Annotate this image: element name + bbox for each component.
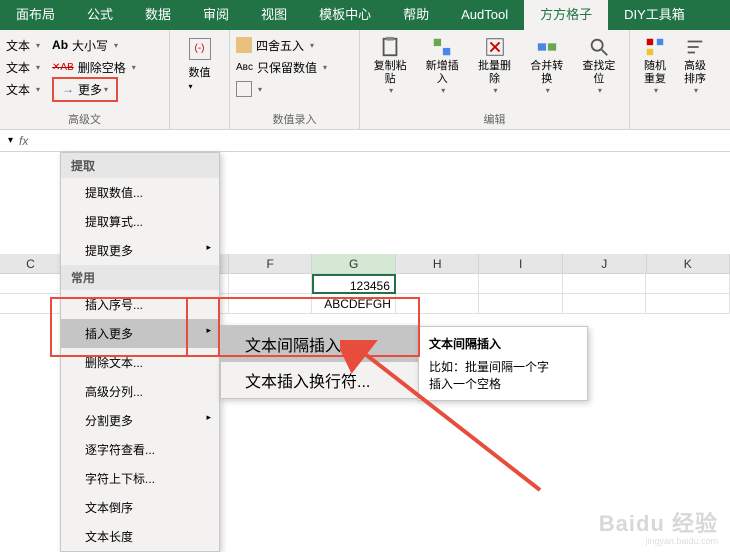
menu-extract-value[interactable]: 提取数值...	[61, 178, 219, 207]
menu-section-extract: 提取	[61, 153, 219, 178]
menu-insert-seq[interactable]: 插入序号...	[61, 290, 219, 319]
chevron-right-icon: ▸	[206, 325, 211, 336]
more-button[interactable]: → 更多 ▾	[52, 77, 118, 102]
ribbon-tabs: 面布局 公式 数据 审阅 视图 模板中心 帮助 AudTool 方方格子 DIY…	[0, 0, 730, 30]
cell-G1[interactable]: 123456	[312, 274, 396, 294]
value-icon: (-)	[189, 38, 211, 60]
merge-btn[interactable]: 合并转换▾	[523, 34, 571, 97]
watermark: Baidu 经验	[599, 506, 718, 538]
tooltip-body: 比如：批量间隔一个字插入一个空格	[429, 358, 577, 392]
tooltip: 文本间隔插入 比如：批量间隔一个字插入一个空格	[418, 326, 588, 401]
cell-G2[interactable]: ABCDEFGH	[312, 294, 396, 314]
tooltip-title: 文本间隔插入	[429, 335, 577, 352]
col-header-C[interactable]: C	[0, 254, 62, 274]
round-icon	[236, 37, 252, 53]
submenu-text-linebreak[interactable]: 文本插入换行符...	[221, 362, 419, 398]
chevron-right-icon: ▸	[206, 412, 211, 423]
menu-delete-text[interactable]: 删除文本...	[61, 348, 219, 377]
menu-extract-formula[interactable]: 提取算式...	[61, 207, 219, 236]
tab-layout[interactable]: 面布局	[0, 0, 71, 30]
chevron-right-icon: ▸	[206, 242, 211, 253]
tab-review[interactable]: 审阅	[187, 0, 245, 30]
copy-paste-btn[interactable]: 复制粘贴▾	[366, 34, 414, 97]
menu-subscript[interactable]: 字符上下标...	[61, 464, 219, 493]
menu-insert-more[interactable]: 插入更多▸	[61, 319, 219, 348]
menu-reverse[interactable]: 文本倒序	[61, 493, 219, 522]
menu-char-view[interactable]: 逐字符查看...	[61, 435, 219, 464]
formula-bar[interactable]: ▾ fx	[0, 130, 730, 152]
col-header-K[interactable]: K	[647, 254, 730, 274]
tab-diy[interactable]: DIY工具箱	[608, 0, 701, 30]
tab-audtool[interactable]: AudTool	[445, 0, 524, 30]
menu-extract-more[interactable]: 提取更多▸	[61, 236, 219, 265]
watermark-sub: jingyan.baidu.com	[645, 536, 718, 546]
text-row-2[interactable]: 文本▾ ✕AB 删除空格▾	[6, 56, 163, 78]
clipboard-icon	[379, 36, 401, 58]
merge-icon	[536, 36, 558, 58]
tab-ffgz[interactable]: 方方格子	[524, 0, 608, 30]
sort-icon	[684, 36, 706, 58]
abc-icon: Aʙᴄ	[236, 62, 253, 73]
insert-icon	[431, 36, 453, 58]
menu-section-common: 常用	[61, 265, 219, 290]
menu-split-more[interactable]: 分割更多▸	[61, 406, 219, 435]
menu-adv-split[interactable]: 高级分列...	[61, 377, 219, 406]
tab-view[interactable]: 视图	[245, 0, 303, 30]
batch-delete-btn[interactable]: 批量删除▾	[470, 34, 518, 97]
find-icon	[588, 36, 610, 58]
delete-icon	[484, 36, 506, 58]
group-label-edit: 编辑	[366, 111, 623, 129]
sort-btn[interactable]: 高级排序▾	[676, 34, 714, 97]
submenu-text-interval[interactable]: 文本间隔插入...	[221, 326, 419, 362]
menu-length[interactable]: 文本长度	[61, 522, 219, 551]
col-header-G[interactable]: G	[312, 254, 396, 274]
find-btn[interactable]: 查找定位▾	[575, 34, 623, 97]
keep-value-btn[interactable]: Aʙᴄ 只保留数值▾	[236, 56, 353, 78]
col-header-F[interactable]: F	[229, 254, 313, 274]
value-big-btn[interactable]: 数值▾	[189, 64, 211, 92]
tab-formula[interactable]: 公式	[71, 0, 129, 30]
insert-btn[interactable]: 新增插入▾	[418, 34, 466, 97]
round-btn[interactable]: 四舍五入▾	[236, 34, 353, 56]
dropdown-icon[interactable]: ▾	[8, 135, 13, 146]
more-dropdown-menu: 提取 提取数值... 提取算式... 提取更多▸ 常用 插入序号... 插入更多…	[60, 152, 220, 552]
group-label-text: 高级文	[6, 111, 163, 129]
arrow-right-icon: →	[62, 82, 74, 96]
tab-data[interactable]: 数据	[129, 0, 187, 30]
group-label-value: 数值录入	[236, 111, 353, 129]
text-row-1[interactable]: 文本▾ Ab 大小写▾	[6, 34, 163, 56]
ribbon-body: 文本▾ Ab 大小写▾ 文本▾ ✕AB 删除空格▾ 文本▾ → 更多 ▾ 高级文…	[0, 30, 730, 130]
random-icon	[644, 36, 666, 58]
col-header-I[interactable]: I	[479, 254, 563, 274]
insert-more-submenu: 文本间隔插入... 文本插入换行符...	[220, 325, 420, 399]
col-header-H[interactable]: H	[396, 254, 480, 274]
col-header-J[interactable]: J	[563, 254, 647, 274]
text-row-3: 文本▾ → 更多 ▾	[6, 78, 163, 100]
fx-label[interactable]: fx	[19, 134, 28, 148]
extra-icon	[236, 81, 252, 97]
value-extra-btn[interactable]: ▾	[236, 78, 353, 100]
tab-help[interactable]: 帮助	[387, 0, 445, 30]
tab-templates[interactable]: 模板中心	[303, 0, 387, 30]
random-btn[interactable]: 随机重复▾	[636, 34, 674, 97]
